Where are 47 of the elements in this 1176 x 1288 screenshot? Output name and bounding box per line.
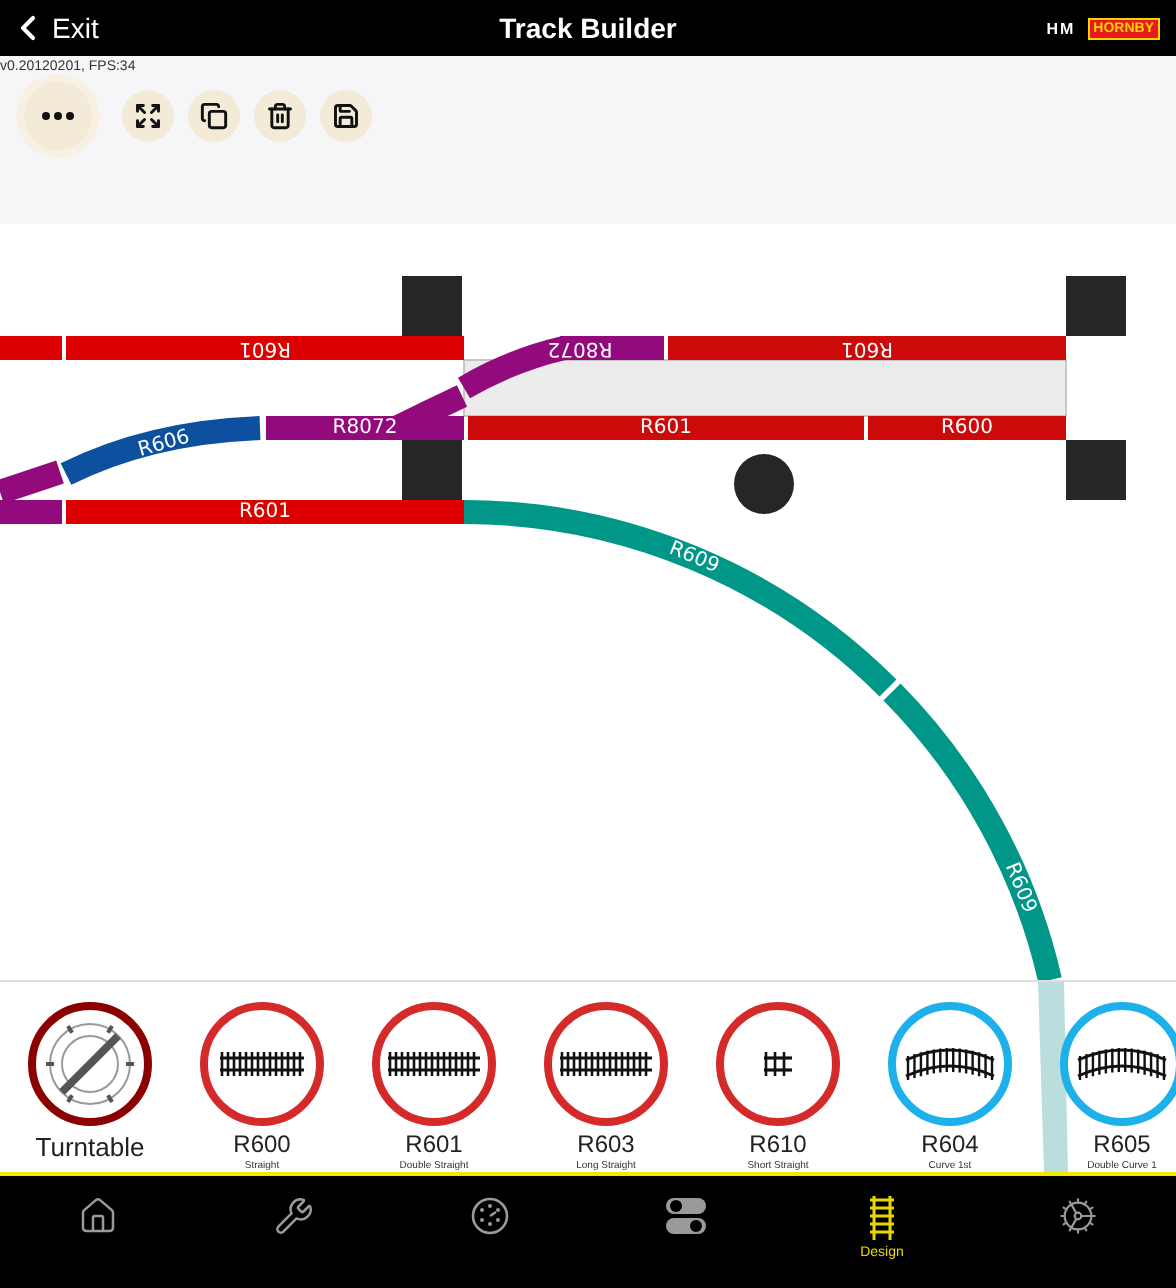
straight-track-icon	[558, 1050, 654, 1078]
track-palette-item[interactable]: Turntable	[4, 982, 176, 1172]
home-icon	[78, 1196, 118, 1236]
track-code: R603	[577, 1132, 635, 1156]
pivot-dot	[734, 454, 794, 514]
buffer-stop	[1066, 276, 1126, 336]
toggles-icon	[664, 1196, 708, 1236]
track-piece[interactable]: R600	[868, 416, 1066, 440]
track-piece[interactable]: R601	[66, 500, 464, 524]
track-piece[interactable]: R609	[883, 684, 1062, 980]
track-piece[interactable]: R601	[468, 416, 864, 440]
trash-icon	[266, 102, 294, 130]
track-piece[interactable]	[0, 336, 62, 360]
window-title: Track Builder	[499, 12, 677, 44]
track-code: R605	[1093, 1132, 1151, 1156]
track-code: R600	[233, 1132, 291, 1156]
track-piece[interactable]	[0, 460, 64, 524]
track-code: R601	[405, 1132, 463, 1156]
copy-button[interactable]	[188, 90, 240, 142]
fit-view-button[interactable]	[122, 90, 174, 142]
save-button[interactable]	[320, 90, 372, 142]
dial-icon	[470, 1196, 510, 1236]
save-icon	[332, 102, 360, 130]
brand-logo: HM	[1046, 19, 1076, 37]
more-button[interactable]	[24, 82, 92, 150]
buffer-stop	[1066, 440, 1126, 500]
track-piece[interactable]: R601	[668, 336, 1066, 360]
straight-track-icon	[218, 1050, 306, 1078]
delete-button[interactable]	[254, 90, 306, 142]
buffer-stop	[402, 276, 462, 336]
track-icon	[870, 1196, 894, 1240]
track-piece[interactable]: R601	[66, 336, 464, 360]
straight-track-icon	[386, 1050, 482, 1078]
settings-icon	[1058, 1196, 1098, 1236]
track-code: R604	[921, 1132, 979, 1156]
buffer-stop	[402, 440, 462, 500]
track-piece[interactable]: R606	[60, 416, 261, 485]
straight-track-icon	[762, 1050, 794, 1078]
exit-button[interactable]: Exit	[8, 8, 99, 48]
more-icon	[42, 112, 74, 120]
track-piece[interactable]: R609	[463, 500, 896, 697]
track-code: Turntable	[35, 1134, 145, 1160]
expand-icon	[134, 102, 162, 130]
copy-icon	[200, 102, 228, 130]
wrench-icon	[274, 1196, 314, 1236]
track-piece[interactable]: R8072	[458, 336, 664, 399]
track-code: R610	[749, 1132, 807, 1156]
